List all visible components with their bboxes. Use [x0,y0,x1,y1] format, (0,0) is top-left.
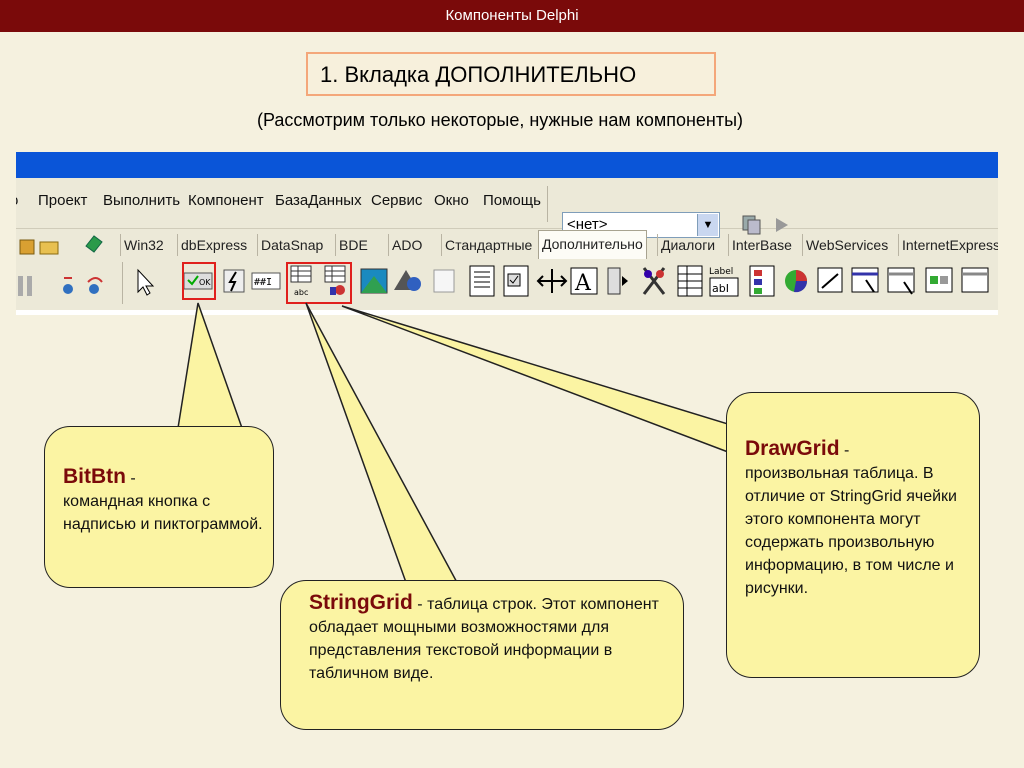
callout-bitbtn: BitBtn - командная кнопка с надписью и п… [44,426,274,588]
callout-stringgrid: StringGrid - таблица строк. Этот компоне… [280,580,684,730]
bitbtn-name: BitBtn [63,465,126,488]
bitbtn-description: командная кнопка с надписью и пиктограмм… [63,493,263,533]
bitbtn-dash: - [125,470,136,487]
drawgrid-name: DrawGrid [745,437,840,460]
drawgrid-dash: - [839,442,850,459]
stringgrid-name: StringGrid [309,591,413,614]
stringgrid-dash: - [412,596,423,613]
callout-drawgrid: DrawGrid - произвольная таблица. В отлич… [726,392,980,678]
drawgrid-description: произвольная таблица. В отличие от Strin… [745,465,957,597]
